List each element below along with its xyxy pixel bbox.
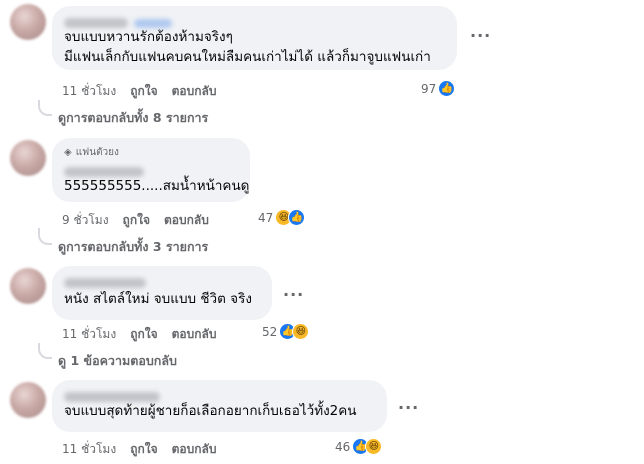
- comment-bubble: หนัง สไตล์ใหม่ จบแบบ ชีวิต จริง: [52, 266, 272, 320]
- comment-text-line: มีแฟนเล็กกับแฟนคบคนใหม่ลืมคนเก่าไม่ได้ แ…: [64, 49, 431, 65]
- reaction-summary[interactable]: 97 👍: [421, 80, 456, 97]
- view-replies-link[interactable]: ดู 1 ข้อความตอบกลับ: [58, 351, 177, 371]
- reply-thread-line: [38, 343, 52, 359]
- author-name-blurred[interactable]: [64, 167, 144, 177]
- thumbs-up-icon: 👍: [438, 80, 456, 97]
- comment-time[interactable]: 11 ชั่วโมง: [62, 440, 116, 459]
- comment-bubble: จบแบบสุดท้ายผู้ชายก็อเลือกอยากเก็บเธอไว้…: [52, 380, 387, 432]
- reaction-count: 52: [262, 324, 278, 339]
- author-name-blurred[interactable]: [64, 278, 146, 288]
- reaction-count: 46: [335, 439, 351, 454]
- reaction-summary[interactable]: 47 😆 👍: [258, 209, 306, 226]
- comment-actions: 9 ชั่วโมง ถูกใจ ตอบกลับ: [62, 211, 209, 230]
- reply-thread-line: [38, 228, 52, 245]
- like-button[interactable]: ถูกใจ: [130, 325, 157, 344]
- diamond-icon: ◈: [64, 147, 72, 158]
- comment-time[interactable]: 11 ชั่วโมง: [62, 82, 116, 101]
- comment-time[interactable]: 9 ชั่วโมง: [62, 211, 109, 230]
- reaction-summary[interactable]: 46 👍 😆: [335, 438, 383, 455]
- reply-button[interactable]: ตอบกลับ: [164, 211, 209, 230]
- reply-button[interactable]: ตอบกลับ: [172, 440, 217, 459]
- thumbs-up-icon: 👍: [288, 209, 306, 226]
- comment-bubble: ◈ แฟนตัวยง 555555555.....สมน้ำหน้าคนดู: [52, 138, 250, 202]
- avatar[interactable]: [10, 4, 46, 40]
- comment-time[interactable]: 11 ชั่วโมง: [62, 325, 116, 344]
- laughing-face-icon: 😆: [365, 438, 383, 455]
- reaction-count: 97: [421, 81, 437, 96]
- comment-text-line: 555555555.....สมน้ำหน้าคนดู: [64, 178, 250, 194]
- avatar[interactable]: [10, 382, 46, 418]
- more-options-icon[interactable]: ···: [398, 398, 419, 417]
- view-replies-link[interactable]: ดูการตอบกลับทั้ง 3 รายการ: [58, 237, 208, 257]
- comment-text-line: จบแบบหวานรักต้องห้ามจริงๆ: [64, 29, 233, 45]
- like-button[interactable]: ถูกใจ: [130, 82, 157, 101]
- like-button[interactable]: ถูกใจ: [130, 440, 157, 459]
- avatar[interactable]: [10, 140, 46, 176]
- comment-text-line: จบแบบสุดท้ายผู้ชายก็อเลือกอยากเก็บเธอไว้…: [64, 403, 357, 419]
- reply-button[interactable]: ตอบกลับ: [172, 325, 217, 344]
- author-name-blurred[interactable]: [64, 392, 160, 402]
- avatar[interactable]: [10, 268, 46, 304]
- comment-actions: 11 ชั่วโมง ถูกใจ ตอบกลับ: [62, 440, 216, 459]
- author-tag-blurred: [134, 19, 172, 28]
- more-options-icon[interactable]: ···: [283, 285, 304, 304]
- reaction-summary[interactable]: 52 👍 😆: [262, 323, 310, 340]
- reply-button[interactable]: ตอบกลับ: [172, 82, 217, 101]
- laughing-face-icon: 😆: [292, 323, 310, 340]
- comment-actions: 11 ชั่วโมง ถูกใจ ตอบกลับ: [62, 325, 216, 344]
- more-options-icon[interactable]: ···: [470, 26, 491, 45]
- fan-badge: ◈ แฟนตัวยง: [64, 145, 238, 160]
- reaction-count: 47: [258, 210, 274, 225]
- comment-text-line: หนัง สไตล์ใหม่ จบแบบ ชีวิต จริง: [64, 291, 252, 307]
- author-name-blurred[interactable]: [64, 18, 128, 28]
- fan-badge-label: แฟนตัวยง: [75, 147, 119, 158]
- reply-thread-line: [38, 100, 52, 116]
- view-replies-link[interactable]: ดูการตอบกลับทั้ง 8 รายการ: [58, 108, 208, 128]
- comment-bubble: จบแบบหวานรักต้องห้ามจริงๆ มีแฟนเล็กกับแฟ…: [52, 6, 457, 70]
- like-button[interactable]: ถูกใจ: [123, 211, 150, 230]
- comment-actions: 11 ชั่วโมง ถูกใจ ตอบกลับ: [62, 82, 216, 101]
